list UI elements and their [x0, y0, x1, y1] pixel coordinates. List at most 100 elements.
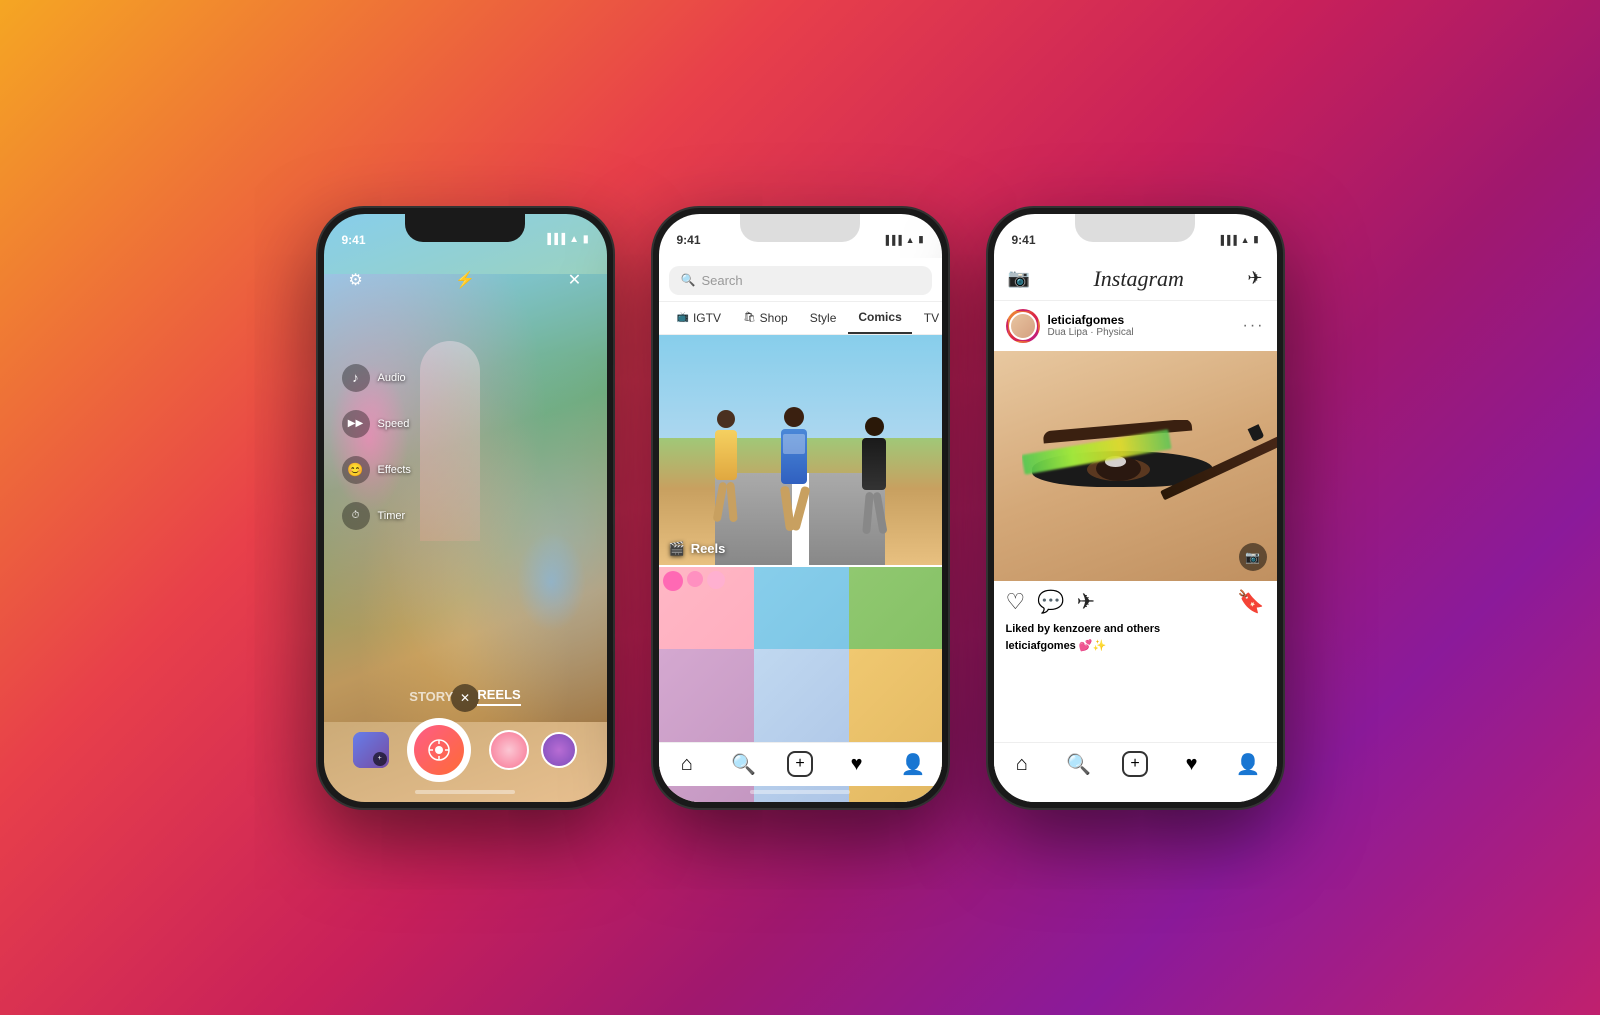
- flash-icon[interactable]: ⚡: [449, 264, 481, 296]
- tab-tv-movies[interactable]: TV & Movi…: [914, 302, 942, 334]
- effects-control[interactable]: 😊 Effects: [342, 456, 411, 484]
- shop-icon: 🛍: [743, 312, 756, 323]
- wifi-icon-2: ▲: [906, 235, 915, 245]
- bookmark-button[interactable]: 🔖: [1237, 589, 1264, 615]
- close-icon[interactable]: ✕: [559, 264, 591, 296]
- add-nav-icon[interactable]: +: [782, 746, 818, 782]
- explore-tabs: 📺 IGTV 🛍 Shop Style Comics TV & Movi…: [659, 302, 942, 335]
- camera-bottom-controls: STORY REELS +: [324, 687, 607, 782]
- timer-control[interactable]: ⏱ Timer: [342, 502, 411, 530]
- signal-icon: ▐▐▐: [544, 234, 565, 245]
- home-indicator: [415, 790, 515, 794]
- camera-side-controls: ♪ Audio ▶▶ Speed 😊 Effects ⏱ Timer: [342, 364, 411, 530]
- camera-mode-selector: STORY REELS: [324, 687, 607, 706]
- effects-icon: 😊: [342, 456, 370, 484]
- search-nav-icon-3[interactable]: 🔍: [1060, 746, 1096, 782]
- speed-label: Speed: [378, 418, 410, 430]
- caption-username[interactable]: leticiafgomes: [1006, 640, 1076, 652]
- wifi-icon: ▲: [569, 234, 579, 245]
- home-indicator-2: [750, 790, 850, 794]
- profile-nav-icon-3[interactable]: 👤: [1230, 746, 1266, 782]
- username[interactable]: leticiafgomes: [1048, 313, 1134, 327]
- explore-featured-image: 🎬 Reels: [659, 335, 942, 565]
- user-avatar[interactable]: [1006, 309, 1040, 343]
- igtv-icon: 📺: [677, 312, 689, 323]
- add-nav-icon-3[interactable]: +: [1117, 746, 1153, 782]
- post-camera-icon[interactable]: 📷: [1239, 543, 1267, 571]
- tab-comics[interactable]: Comics: [848, 302, 911, 334]
- post-caption: leticiafgomes 💕✨: [994, 639, 1277, 658]
- camera-header-icon[interactable]: 📷: [1008, 268, 1030, 289]
- phone-camera: 9:41 ▐▐▐ ▲ ▮ ⚙ ⚡ ✕ ♪ Audio ▶▶ Speed �: [318, 208, 613, 808]
- effect-options: [489, 730, 577, 770]
- home-indicator-3: [1085, 790, 1185, 794]
- effect-dot-2[interactable]: [541, 732, 577, 768]
- battery-icon: ▮: [583, 234, 589, 245]
- like-button[interactable]: ♡: [1006, 589, 1026, 615]
- explore-screen: 🔍 Search 📺 IGTV 🛍 Shop Style Comi: [659, 258, 942, 802]
- audio-label: Audio: [378, 372, 406, 384]
- effects-label: Effects: [378, 464, 411, 476]
- tab-shop[interactable]: 🛍 Shop: [733, 302, 798, 334]
- grid-item-3[interactable]: [849, 567, 942, 647]
- status-icons-2: ▐▐▐ ▲ ▮: [882, 234, 923, 245]
- likes-nav-icon-3[interactable]: ♥: [1174, 746, 1210, 782]
- status-time-3: 9:41: [1012, 233, 1036, 247]
- speed-control[interactable]: ▶▶ Speed: [342, 410, 411, 438]
- timer-label: Timer: [378, 510, 406, 522]
- reels-mode-tab[interactable]: REELS: [477, 687, 520, 706]
- user-song: Dua Lipa · Physical: [1048, 327, 1134, 338]
- effect-dot-1[interactable]: [489, 730, 529, 770]
- tab-igtv[interactable]: 📺 IGTV: [667, 302, 731, 334]
- bottom-nav-2: ⌂ 🔍 + ♥ 👤: [659, 742, 942, 786]
- shutter-row: +: [324, 718, 607, 782]
- likes-text: Liked by kenzoere and others: [1006, 623, 1161, 635]
- instagram-header: 📷 Instagram ✈: [994, 258, 1277, 301]
- status-icons: ▐▐▐ ▲ ▮: [544, 234, 589, 245]
- more-options-icon[interactable]: ···: [1243, 317, 1265, 335]
- search-area: 🔍 Search: [659, 258, 942, 302]
- post-likes: Liked by kenzoere and others: [994, 623, 1277, 639]
- search-nav-icon[interactable]: 🔍: [725, 746, 761, 782]
- shutter-button[interactable]: [407, 718, 471, 782]
- home-nav-icon-3[interactable]: ⌂: [1004, 746, 1040, 782]
- grid-item-6[interactable]: [849, 649, 942, 729]
- post-image: 📷: [994, 351, 1277, 581]
- search-placeholder: Search: [701, 273, 742, 288]
- home-nav-icon[interactable]: ⌂: [669, 746, 705, 782]
- avatar-image: [1009, 312, 1037, 340]
- likes-nav-icon[interactable]: ♥: [839, 746, 875, 782]
- user-details: leticiafgomes Dua Lipa · Physical: [1048, 313, 1134, 338]
- phone-explore: 9:41 ▐▐▐ ▲ ▮ 🔍 Search 📺 IGTV: [653, 208, 948, 808]
- audio-icon: ♪: [342, 364, 370, 392]
- post-user-info: leticiafgomes Dua Lipa · Physical: [1006, 309, 1134, 343]
- reels-film-icon: 🎬: [669, 541, 685, 557]
- battery-icon-2: ▮: [919, 234, 924, 245]
- grid-item-4[interactable]: [659, 649, 752, 729]
- share-button[interactable]: ✈: [1077, 589, 1095, 615]
- wifi-icon-3: ▲: [1241, 235, 1250, 245]
- comment-button[interactable]: 💬: [1037, 589, 1064, 615]
- profile-nav-icon[interactable]: 👤: [895, 746, 931, 782]
- signal-icon-2: ▐▐▐: [882, 235, 901, 245]
- caption-text: 💕✨: [1079, 640, 1106, 652]
- status-time-2: 9:41: [677, 233, 701, 247]
- tab-style[interactable]: Style: [800, 302, 847, 334]
- grid-item-5[interactable]: [754, 649, 847, 729]
- grid-item-1[interactable]: [659, 567, 752, 647]
- instagram-logo: Instagram: [1093, 266, 1183, 292]
- story-mode-tab[interactable]: STORY: [409, 689, 453, 704]
- post-actions: ♡ 💬 ✈ 🔖: [994, 581, 1277, 623]
- battery-icon-3: ▮: [1254, 234, 1259, 245]
- send-icon[interactable]: ✈: [1247, 268, 1262, 289]
- gallery-thumbnail[interactable]: +: [353, 732, 389, 768]
- search-bar[interactable]: 🔍 Search: [669, 266, 932, 295]
- camera-top-controls: ⚙ ⚡ ✕: [324, 264, 607, 296]
- settings-icon[interactable]: ⚙: [340, 264, 372, 296]
- grid-item-2[interactable]: [754, 567, 847, 647]
- audio-control[interactable]: ♪ Audio: [342, 364, 411, 392]
- status-time: 9:41: [342, 233, 366, 247]
- header-icons: ✈: [1247, 268, 1262, 289]
- search-icon: 🔍: [681, 273, 696, 287]
- signal-icon-3: ▐▐▐: [1217, 235, 1236, 245]
